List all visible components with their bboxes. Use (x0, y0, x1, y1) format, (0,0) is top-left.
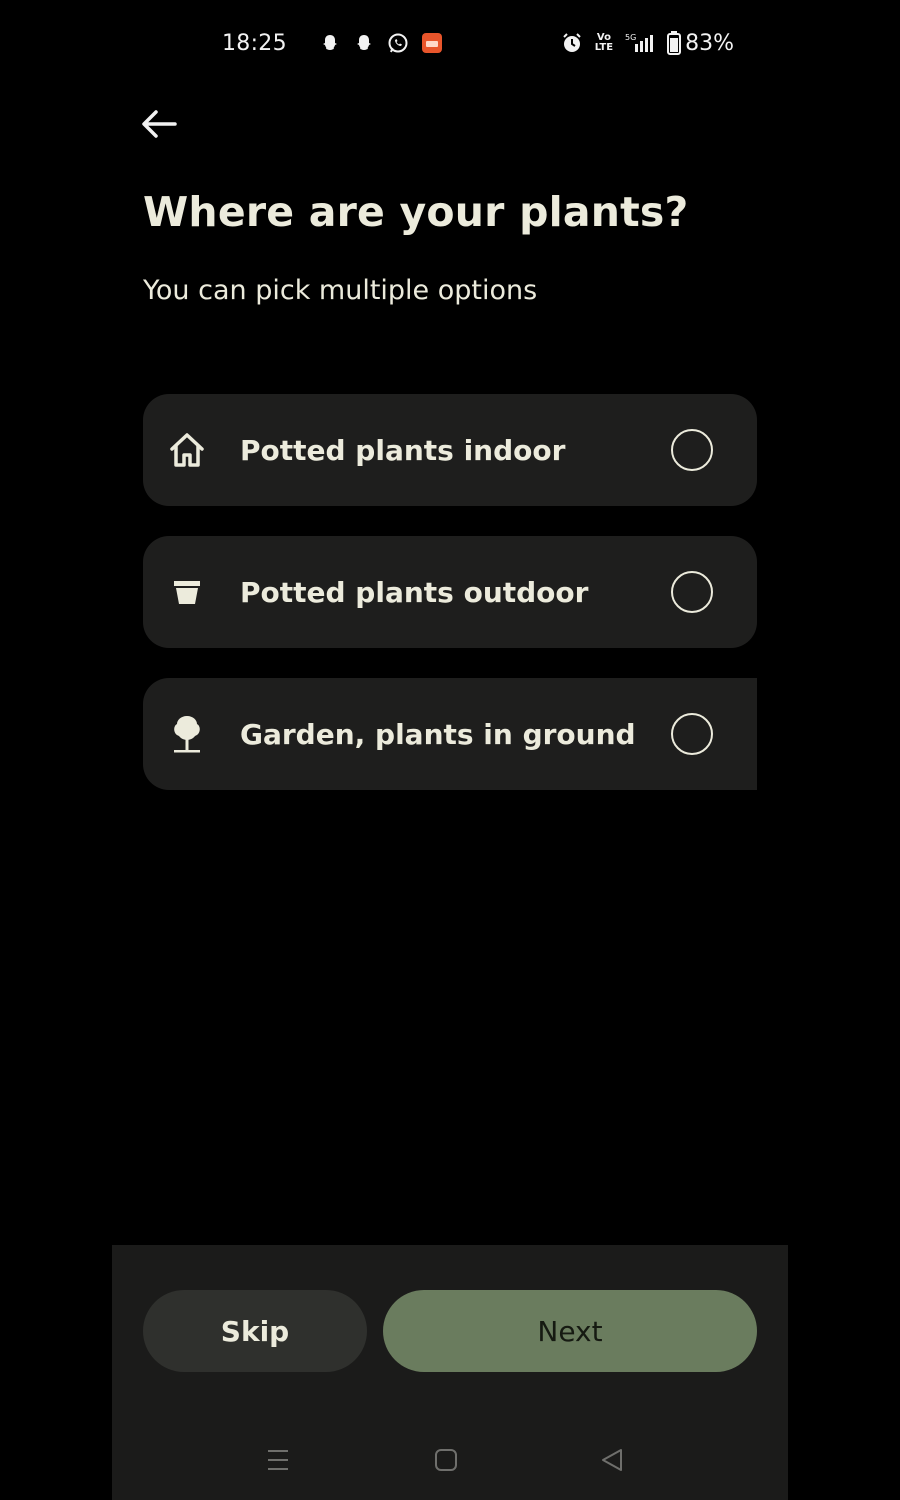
option-garden-plants-in-ground[interactable]: Garden, plants in ground (143, 678, 757, 790)
option-radio[interactable] (671, 713, 713, 755)
status-time: 18:25 (222, 30, 287, 56)
app-notification-icon (421, 32, 443, 54)
next-button[interactable]: Next (383, 1290, 757, 1372)
option-radio[interactable] (671, 429, 713, 471)
skip-button[interactable]: Skip (143, 1290, 367, 1372)
back-button[interactable] (138, 104, 180, 144)
status-bar: 18:25 Vo LTE 5G 83% (222, 24, 734, 62)
arrow-left-icon (142, 110, 177, 138)
flower-pot-icon (167, 572, 207, 612)
status-right: Vo LTE 5G 83% (561, 31, 734, 56)
option-radio[interactable] (671, 571, 713, 613)
option-label: Potted plants indoor (240, 433, 566, 467)
alarm-icon (561, 32, 583, 54)
snapchat-icon (353, 32, 375, 54)
page-subtitle: You can pick multiple options (143, 275, 538, 306)
recent-apps-icon[interactable] (258, 1440, 298, 1480)
option-label: Potted plants outdoor (240, 575, 589, 609)
home-icon[interactable] (426, 1440, 466, 1480)
option-label: Garden, plants in ground (240, 717, 636, 751)
volte-icon: Vo LTE (594, 32, 614, 53)
options-list: Potted plants indoor Potted plants outdo… (143, 394, 757, 820)
page-title: Where are your plants? (143, 188, 689, 236)
battery-percentage: 83% (685, 30, 734, 56)
house-icon (167, 430, 207, 470)
tree-icon (167, 714, 207, 754)
svg-text:5G: 5G (625, 33, 636, 42)
signal-icon: 5G (625, 32, 655, 54)
status-left: 18:25 (222, 31, 443, 56)
system-nav-bar (112, 1440, 788, 1480)
battery-icon (667, 31, 682, 55)
bottom-panel: Skip Next (112, 1245, 788, 1500)
option-potted-plants-outdoor[interactable]: Potted plants outdoor (143, 536, 757, 648)
option-potted-plants-indoor[interactable]: Potted plants indoor (143, 394, 757, 506)
back-icon[interactable] (592, 1440, 632, 1480)
whatsapp-icon (387, 32, 409, 54)
snapchat-icon (319, 32, 341, 54)
